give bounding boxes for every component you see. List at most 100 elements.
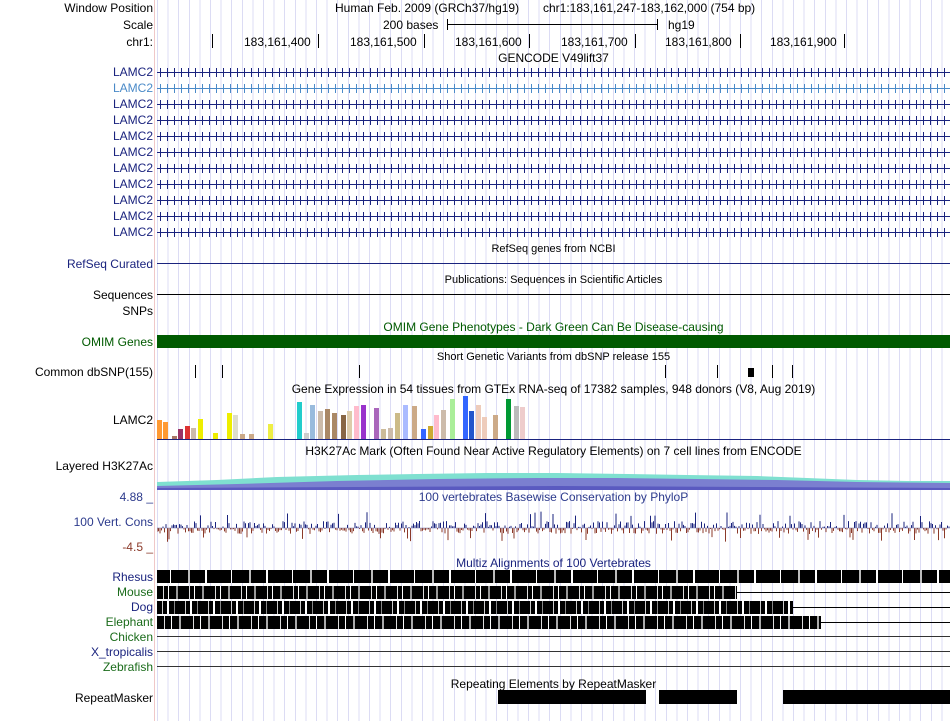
gtex-tissue-bar[interactable]: [325, 409, 330, 439]
gtex-label[interactable]: LAMC2: [113, 413, 153, 427]
transcript-label[interactable]: LAMC2: [113, 225, 153, 239]
phylop-label[interactable]: 100 Vert. Cons: [74, 515, 153, 529]
transcript-feature[interactable]: [157, 148, 950, 157]
transcript-feature[interactable]: [157, 100, 950, 109]
snp-feature[interactable]: [665, 365, 666, 378]
transcript-label[interactable]: LAMC2: [113, 145, 153, 159]
omim-track-title: OMIM Gene Phenotypes - Dark Green Can Be…: [383, 320, 724, 334]
snp-feature[interactable]: [748, 368, 754, 377]
transcript-feature[interactable]: [157, 116, 950, 125]
gtex-tissue-bar[interactable]: [441, 410, 446, 439]
publications-snps-label[interactable]: SNPs: [122, 304, 153, 318]
species-elephant-label[interactable]: Elephant: [106, 615, 153, 629]
transcript-feature[interactable]: [157, 212, 950, 221]
gtex-tissue-bar[interactable]: [310, 405, 315, 439]
gtex-tissue-bar[interactable]: [381, 429, 386, 439]
snp-feature[interactable]: [359, 365, 360, 378]
species-zebrafish-label[interactable]: Zebrafish: [103, 660, 153, 674]
repeat-element[interactable]: [783, 690, 950, 704]
transcript-feature[interactable]: [157, 180, 950, 189]
transcript-label[interactable]: LAMC2: [113, 209, 153, 223]
transcript-label[interactable]: LAMC2: [113, 65, 153, 79]
species-dog-label[interactable]: Dog: [131, 600, 153, 614]
gtex-tissue-bar[interactable]: [318, 411, 323, 439]
gtex-tissue-bar[interactable]: [361, 405, 366, 439]
gtex-tissue-bar[interactable]: [227, 413, 232, 439]
publications-sequences-label[interactable]: Sequences: [93, 288, 153, 302]
gtex-tissue-bar[interactable]: [476, 405, 481, 439]
snp-feature[interactable]: [772, 365, 773, 378]
gtex-tissue-bar[interactable]: [403, 405, 408, 439]
gtex-tissue-bar[interactable]: [434, 415, 439, 439]
gtex-tissue-bar[interactable]: [297, 402, 302, 439]
gtex-tissue-bar[interactable]: [482, 417, 487, 439]
repeat-element[interactable]: [659, 690, 737, 704]
repeat-element[interactable]: [498, 690, 646, 704]
gtex-tissue-bar[interactable]: [354, 406, 359, 439]
species-rhesus-label[interactable]: Rhesus: [112, 570, 153, 584]
transcript-label[interactable]: LAMC2: [113, 113, 153, 127]
gtex-tissue-bar[interactable]: [157, 420, 162, 439]
omim-feature[interactable]: [157, 335, 950, 348]
gtex-tissue-bar[interactable]: [185, 426, 190, 439]
gtex-tissue-bar[interactable]: [395, 413, 400, 439]
gtex-tissue-bar[interactable]: [514, 406, 519, 439]
transcript-label[interactable]: LAMC2: [113, 177, 153, 191]
transcript-feature[interactable]: [157, 132, 950, 141]
omim-label[interactable]: OMIM Genes: [82, 335, 153, 349]
gtex-tissue-bar[interactable]: [233, 415, 238, 439]
gtex-tissue-bar[interactable]: [421, 429, 426, 439]
species-chicken-label[interactable]: Chicken: [110, 630, 153, 644]
position-text[interactable]: chr1:183,161,247-183,162,000 (754 bp): [543, 1, 755, 15]
snp-feature[interactable]: [195, 365, 196, 378]
gtex-tissue-bar[interactable]: [388, 428, 393, 439]
alignment-dog[interactable]: [157, 601, 793, 614]
gtex-tissue-bar[interactable]: [347, 411, 352, 439]
species-xtropicalis-label[interactable]: X_tropicalis: [91, 645, 153, 659]
gtex-tissue-bar[interactable]: [493, 415, 498, 439]
gtex-tissue-bar[interactable]: [163, 422, 168, 439]
gtex-tissue-bar[interactable]: [506, 399, 511, 439]
multiz-track-title: Multiz Alignments of 100 Vertebrates: [456, 556, 651, 570]
gtex-tissue-bar[interactable]: [332, 413, 337, 439]
transcript-feature[interactable]: [157, 84, 950, 93]
gtex-tissue-bar[interactable]: [469, 411, 474, 439]
gtex-tissue-bar[interactable]: [374, 408, 379, 439]
publications-feature-line[interactable]: [157, 294, 950, 295]
refseq-feature-line[interactable]: [157, 263, 950, 264]
gtex-tissue-bar[interactable]: [450, 399, 455, 439]
transcript-feature[interactable]: [157, 164, 950, 173]
alignment-chicken[interactable]: [157, 636, 950, 637]
gtex-tissue-bar[interactable]: [191, 428, 196, 439]
transcript-label[interactable]: LAMC2: [113, 129, 153, 143]
gtex-tissue-bar[interactable]: [520, 407, 525, 439]
alignment-zebrafish[interactable]: [157, 666, 950, 667]
transcript-label[interactable]: LAMC2: [113, 161, 153, 175]
snp-feature[interactable]: [222, 365, 223, 378]
transcript-label[interactable]: LAMC2: [113, 97, 153, 111]
transcript-feature[interactable]: [157, 228, 950, 237]
gtex-tissue-bar[interactable]: [428, 426, 433, 439]
species-mouse-label[interactable]: Mouse: [117, 585, 153, 599]
transcript-feature[interactable]: [157, 196, 950, 205]
alignment-mouse[interactable]: [157, 586, 737, 599]
alignment-rhesus[interactable]: [157, 570, 950, 583]
transcript-label[interactable]: LAMC2: [113, 193, 153, 207]
alignment-xtropicalis[interactable]: [157, 651, 950, 652]
alignment-elephant[interactable]: [157, 616, 821, 629]
gtex-tissue-bar[interactable]: [412, 406, 417, 439]
dbsnp-label[interactable]: Common dbSNP(155): [35, 365, 153, 379]
gtex-tissue-bar[interactable]: [268, 424, 273, 439]
refseq-label[interactable]: RefSeq Curated: [67, 257, 153, 271]
gtex-tissue-bar[interactable]: [463, 396, 468, 439]
transcript-label[interactable]: LAMC2: [113, 81, 153, 95]
h3k27ac-label[interactable]: Layered H3K27Ac: [56, 459, 153, 473]
gtex-tissue-bar[interactable]: [198, 419, 203, 439]
repeatmasker-label[interactable]: RepeatMasker: [75, 691, 153, 705]
snp-feature[interactable]: [792, 365, 793, 378]
gtex-tissue-bar[interactable]: [341, 415, 346, 439]
snp-feature[interactable]: [717, 365, 718, 378]
gtex-tissue-bar[interactable]: [178, 429, 183, 439]
h3k27ac-signal[interactable]: [157, 468, 950, 490]
transcript-feature[interactable]: [157, 68, 950, 77]
